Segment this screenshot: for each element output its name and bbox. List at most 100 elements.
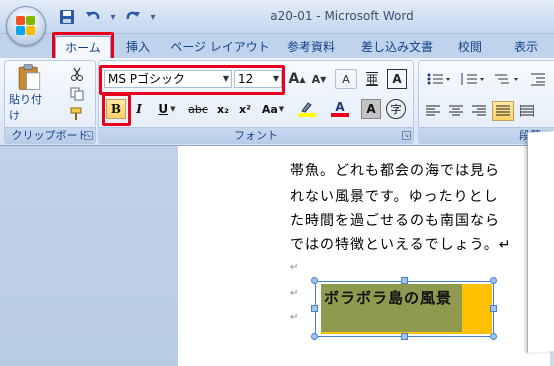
title-bar: ▾ ▾ a20-01 - Microsoft Word — [0, 0, 554, 34]
font-name-combobox[interactable]: MS Pゴシック ▼ — [104, 70, 232, 88]
resize-handle-bottom[interactable] — [401, 333, 408, 340]
text-box[interactable]: ボラボラ島の風景 — [315, 281, 494, 337]
clipboard-icon — [18, 64, 41, 90]
clear-formatting-button[interactable]: A — [335, 69, 357, 89]
tab-page-layout[interactable]: ページ レイアウト — [170, 36, 270, 58]
character-border-icon: A — [392, 72, 402, 86]
body-line-2[interactable]: れない風景です。ゆったりとし — [290, 186, 499, 206]
justify-button[interactable] — [492, 101, 514, 121]
italic-icon: I — [136, 102, 142, 116]
justify-icon — [496, 105, 510, 116]
tab-insert[interactable]: 挿入 — [117, 36, 159, 58]
text-box-text[interactable]: ボラボラ島の風景 — [324, 287, 452, 308]
font-group: MS Pゴシック ▼ 12 ▼ A ▲ A ▼ A 亜 A B I U ▼ ab… — [98, 60, 414, 144]
distributed-icon — [520, 105, 534, 117]
underline-icon: U — [158, 102, 169, 116]
body-line-3[interactable]: た時間を過ごせるのも南国なら — [290, 210, 500, 230]
change-case-icon: Aa — [261, 102, 278, 116]
phonetic-guide-icon: 亜 — [365, 72, 378, 87]
shrink-font-button[interactable]: A ▼ — [309, 69, 329, 89]
italic-button[interactable]: I — [129, 99, 149, 119]
superscript-icon: x² — [239, 102, 251, 116]
resize-handle-left[interactable] — [311, 305, 318, 312]
body-line-1[interactable]: 帯魚。どれも都会の海では見ら — [290, 160, 500, 180]
multilevel-list-button[interactable] — [491, 69, 521, 89]
tab-references[interactable]: 参考資料 — [278, 36, 344, 58]
align-center-icon — [449, 105, 463, 116]
paragraph-mark: ↵ — [290, 312, 299, 323]
character-border-button[interactable]: A — [387, 69, 407, 89]
subscript-icon: x₂ — [217, 102, 229, 116]
clear-formatting-icon: A — [342, 72, 350, 86]
distributed-button[interactable] — [517, 101, 537, 121]
resize-handle-right[interactable] — [490, 305, 497, 312]
font-dialog-launcher-icon[interactable]: ↘ — [402, 131, 411, 140]
highlighter-icon — [301, 102, 312, 113]
bullets-button[interactable] — [423, 69, 453, 89]
font-name-dropdown-icon[interactable]: ▼ — [223, 71, 229, 87]
tab-view[interactable]: 表示 — [506, 36, 546, 58]
paste-button[interactable]: 貼り付け — [9, 63, 49, 123]
font-size-dropdown-icon[interactable]: ▼ — [273, 71, 279, 87]
paragraph-mark: ↵ — [290, 288, 299, 299]
clipboard-dialog-launcher-icon[interactable]: ↘ — [84, 131, 93, 140]
numbering-button[interactable] — [457, 69, 487, 89]
paste-label: 貼り付け — [9, 93, 42, 122]
underline-button[interactable]: U ▼ — [153, 99, 181, 119]
align-right-button[interactable] — [469, 101, 489, 121]
highlight-color-button[interactable] — [292, 99, 322, 119]
font-size-combobox[interactable]: 12 ▼ — [234, 70, 282, 88]
font-color-icon: A — [335, 100, 345, 114]
superscript-button[interactable]: x² — [235, 99, 255, 119]
font-name-value: MS Pゴシック — [108, 72, 186, 86]
font-color-button[interactable]: A — [325, 99, 355, 119]
tab-review[interactable]: 校閲 — [452, 36, 488, 58]
cut-icon[interactable] — [65, 65, 89, 83]
decrease-indent-button[interactable] — [527, 69, 549, 89]
paragraph-mark: ↵ — [290, 262, 299, 273]
copy-icon[interactable] — [65, 85, 89, 103]
window-title: a20-01 - Microsoft Word — [270, 9, 414, 23]
bold-icon: B — [110, 102, 122, 116]
document-margin-shade — [0, 146, 178, 366]
change-case-button[interactable]: Aa ▼ — [259, 99, 287, 119]
office-logo-icon — [16, 16, 36, 36]
font-size-value: 12 — [238, 72, 254, 86]
grow-font-button[interactable]: A ▲ — [287, 69, 307, 89]
align-left-icon — [426, 105, 440, 116]
office-button[interactable] — [6, 6, 46, 46]
character-shading-icon: A — [366, 102, 376, 116]
indent-icon — [531, 73, 545, 86]
highlight-color-bar — [298, 113, 316, 117]
align-right-icon — [472, 105, 486, 116]
subscript-button[interactable]: x₂ — [213, 99, 233, 119]
ribbon-tabs: ホーム 挿入 ページ レイアウト 参考資料 差し込み文書 校閲 表示 — [0, 34, 554, 58]
font-group-label: フォント — [99, 127, 413, 143]
body-line-4[interactable]: ではの特徴といえるでしょう。↵ — [290, 234, 511, 254]
resize-handle-top[interactable] — [401, 277, 408, 284]
font-color-bar — [331, 113, 349, 117]
shrink-font-icon: A — [311, 72, 321, 86]
strikethrough-button[interactable]: abc — [185, 99, 211, 119]
multilevel-list-icon — [495, 74, 518, 84]
resize-handle-bottom-right[interactable] — [490, 333, 497, 340]
format-painter-icon[interactable] — [65, 105, 89, 123]
bold-button[interactable]: B — [106, 99, 126, 119]
resize-handle-top-right[interactable] — [490, 277, 497, 284]
strikethrough-icon: abc — [188, 102, 208, 116]
resize-handle-top-left[interactable] — [311, 277, 318, 284]
phonetic-guide-button[interactable]: 亜 — [361, 69, 383, 89]
character-shading-button[interactable]: A — [361, 99, 381, 119]
ribbon: 貼り付け クリップボード ↘ MS Pゴシック ▼ 12 ▼ A▲ A▼ A — [0, 58, 554, 146]
clipboard-group-label: クリップボード — [5, 127, 95, 143]
tab-mailings[interactable]: 差し込み文書 — [355, 36, 439, 58]
tab-home[interactable]: ホーム — [55, 36, 111, 58]
grow-font-icon: A — [288, 71, 300, 87]
numbering-icon — [461, 73, 484, 85]
align-left-button[interactable] — [423, 101, 443, 121]
align-center-button[interactable] — [446, 101, 466, 121]
clipboard-group: 貼り付け クリップボード ↘ — [4, 60, 96, 144]
adjacent-page-edge — [527, 131, 554, 353]
enclose-characters-button[interactable]: 字 — [386, 99, 406, 119]
resize-handle-bottom-left[interactable] — [311, 333, 318, 340]
